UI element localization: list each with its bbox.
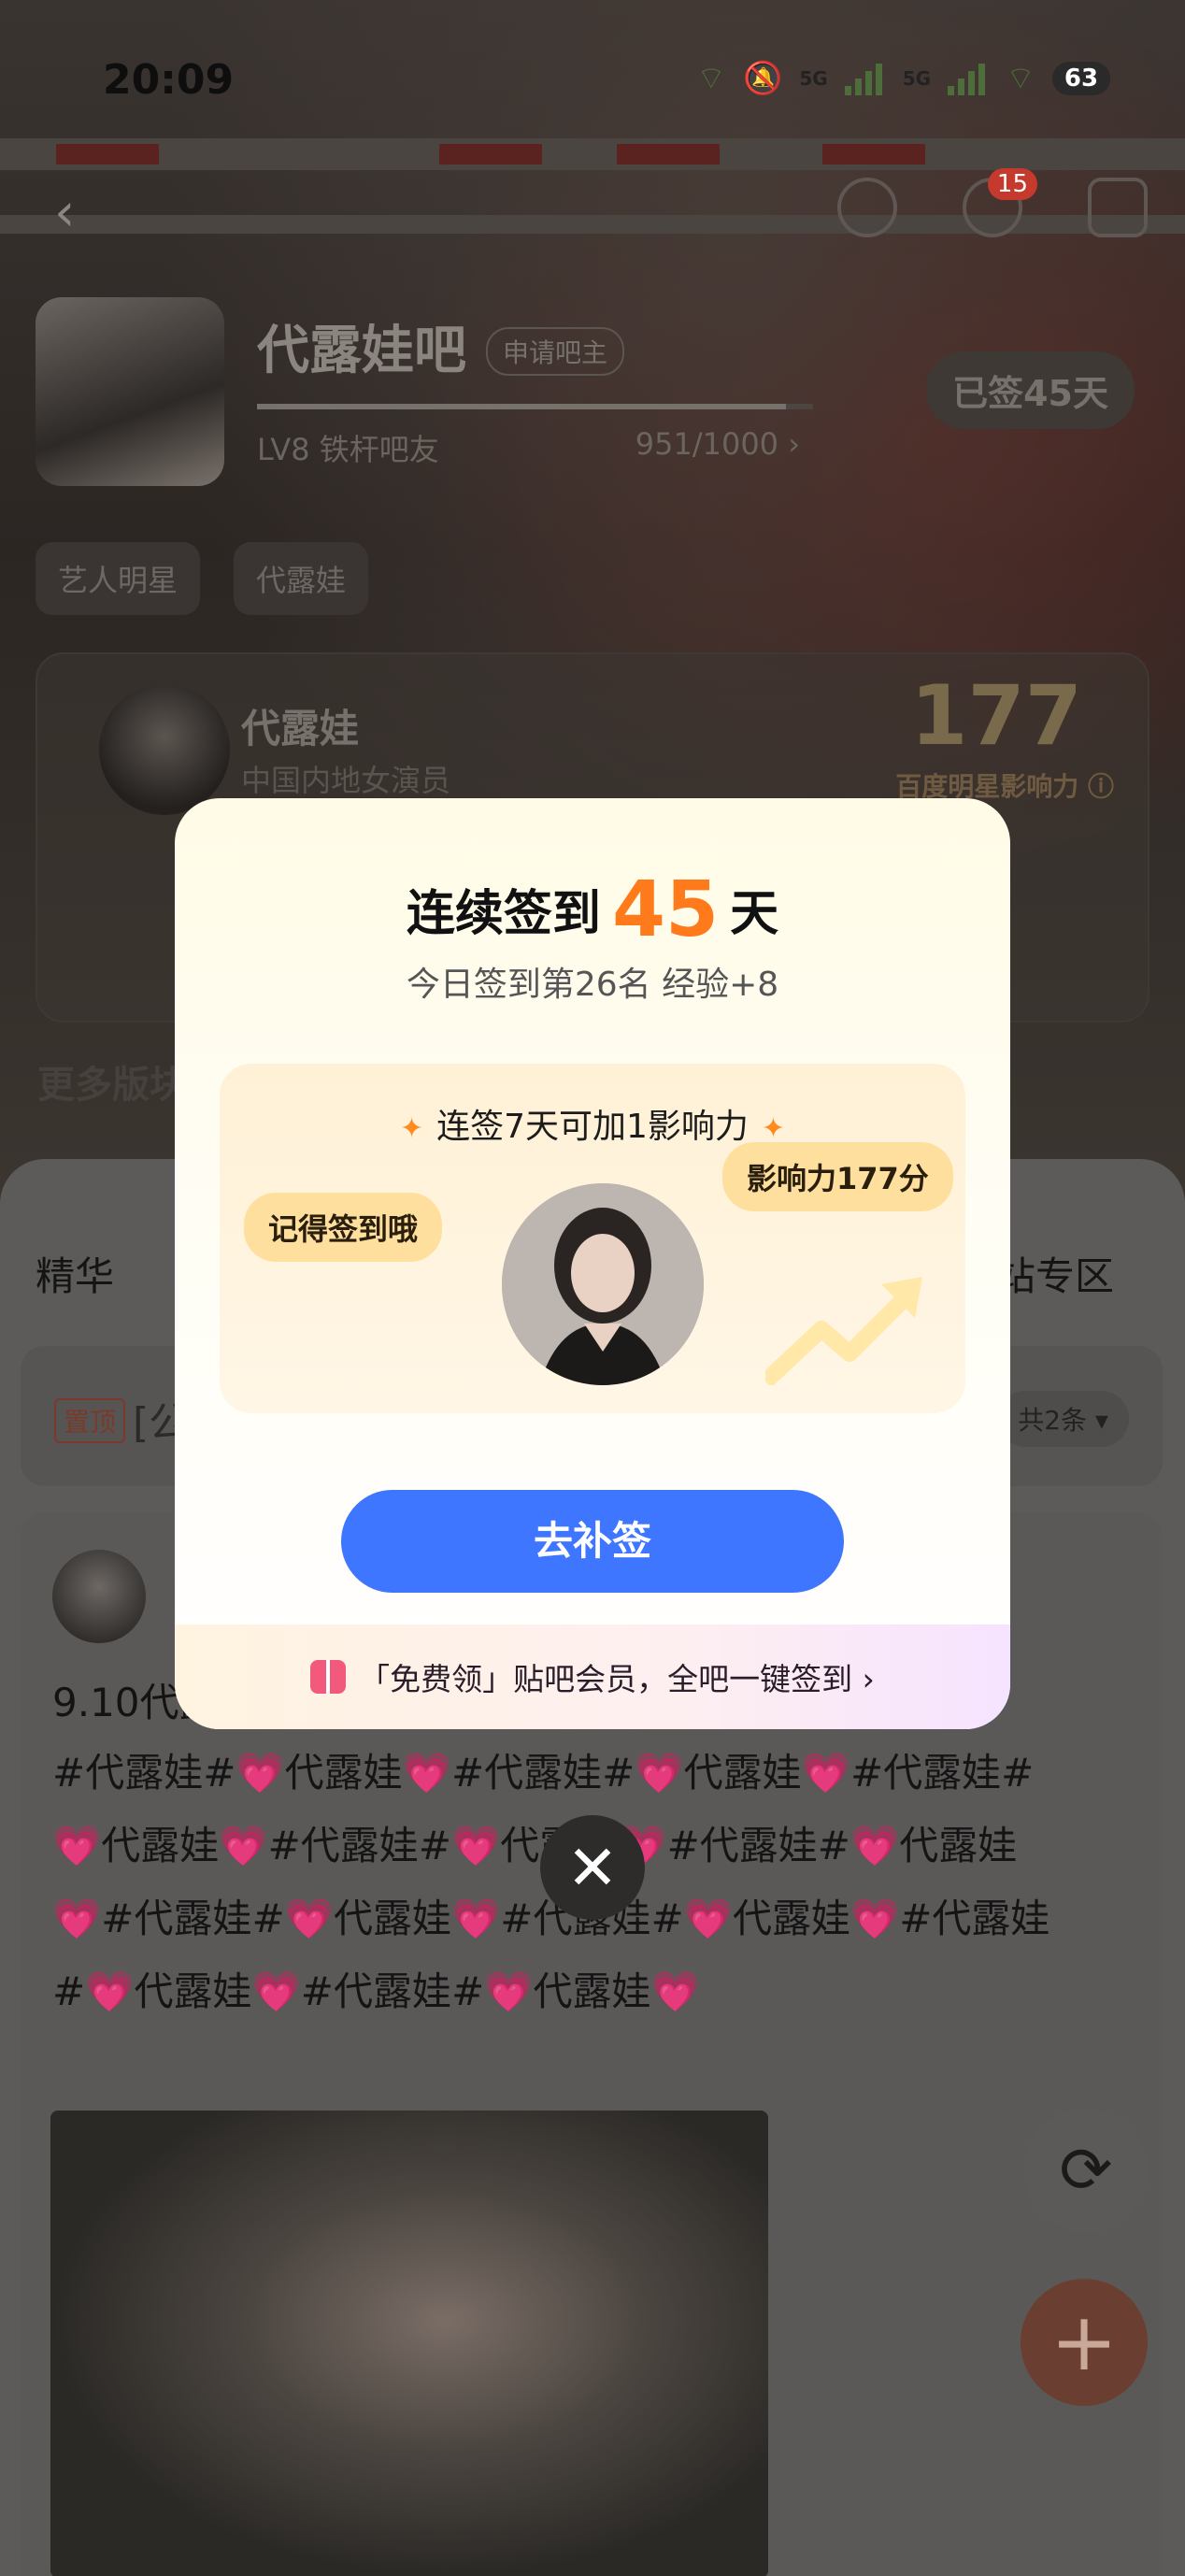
forum-title: 代露娃吧 bbox=[257, 321, 466, 381]
exp-value[interactable]: 951/1000 › bbox=[635, 426, 800, 462]
exp-progress-fill bbox=[257, 404, 786, 409]
forum-avatar[interactable] bbox=[36, 297, 224, 486]
make-up-sign-in-button[interactable]: 去补签 bbox=[341, 1490, 844, 1593]
sign-in-dialog: 连续签到 45 天 今日签到第26名 经验+8 ✦ 连签7天可加1影响力 ✦ 记得签到哦… bbox=[175, 798, 1010, 1729]
streak-days: 45 bbox=[611, 866, 720, 954]
vip-promo-text: 「免费领」贴吧会员，全吧一键签到 › bbox=[359, 1661, 875, 1697]
battery-indicator: 63 bbox=[1052, 61, 1110, 95]
apply-moderator-tag[interactable]: 申请吧主 bbox=[486, 327, 625, 376]
message-badge: 15 bbox=[987, 168, 1037, 200]
close-icon[interactable]: ✕ bbox=[540, 1815, 645, 1920]
edit-icon[interactable] bbox=[1088, 178, 1148, 237]
banner-stripe bbox=[0, 138, 1185, 170]
dialog-title-prefix: 连续签到 bbox=[406, 886, 601, 942]
star-avatar bbox=[502, 1183, 704, 1385]
chevron-left-icon[interactable]: ‹ bbox=[54, 187, 84, 239]
net-label: 5G bbox=[799, 66, 828, 90]
refresh-icon[interactable]: ⟳ bbox=[1024, 2109, 1148, 2232]
dialog-title-suffix: 天 bbox=[730, 886, 779, 942]
forum-tag[interactable]: 艺人明星 bbox=[36, 542, 201, 615]
reminder-bubble: 记得签到哦 bbox=[244, 1193, 443, 1262]
signed-days-button[interactable]: 已签45天 bbox=[926, 351, 1135, 429]
status-bar: 20:09 ⌔ 🔕 5G 5G ⌔ 63 bbox=[0, 0, 1185, 140]
plus-icon[interactable]: + bbox=[1021, 2279, 1148, 2406]
pinned-count-dropdown[interactable]: 共2条 ▾ bbox=[997, 1391, 1129, 1447]
search-icon[interactable] bbox=[837, 178, 897, 237]
dialog-subtitle: 今日签到第26名 经验+8 bbox=[406, 966, 779, 1004]
star-description: 中国内地女演员 bbox=[241, 763, 451, 798]
tab-featured[interactable]: 精华 bbox=[36, 1245, 114, 1302]
exp-progress-bar bbox=[257, 404, 813, 409]
user-level: LV8 铁杆吧友 bbox=[257, 432, 439, 467]
sparkle-icon: ✦ bbox=[399, 1112, 424, 1145]
reward-heading-text: 连签7天可加1影响力 bbox=[436, 1108, 749, 1146]
message-icon[interactable]: 15 bbox=[963, 168, 1037, 237]
forum-tag[interactable]: 代露娃 bbox=[234, 542, 369, 615]
influence-score: 177 bbox=[910, 667, 1082, 764]
influence-bubble: 影响力177分 bbox=[722, 1142, 953, 1211]
wifi-icon: ⌔ bbox=[1006, 60, 1035, 97]
status-icons: ⌔ 🔕 5G 5G ⌔ 63 bbox=[696, 58, 1110, 98]
pinned-badge: 置顶 bbox=[54, 1398, 126, 1443]
trend-up-icon bbox=[765, 1277, 922, 1385]
sparkle-icon: ✦ bbox=[761, 1112, 786, 1145]
wifi-icon: ⌔ bbox=[696, 60, 726, 97]
more-sections-link[interactable]: 更多版块 bbox=[37, 1054, 187, 1109]
star-avatar bbox=[99, 684, 230, 815]
status-time: 20:09 bbox=[103, 56, 235, 104]
avatar[interactable] bbox=[52, 1550, 146, 1643]
dialog-title: 连续签到 45 天 bbox=[175, 866, 1010, 954]
tab-site-zone[interactable]: 站专区 bbox=[996, 1245, 1114, 1302]
gift-icon bbox=[310, 1660, 347, 1694]
mute-icon: 🔕 bbox=[743, 59, 783, 97]
net-label: 5G bbox=[902, 66, 932, 90]
post-line: #💗代露娃💗#代露娃#💗代露娃💗 bbox=[52, 1968, 700, 2014]
reward-heading: ✦ 连签7天可加1影响力 ✦ bbox=[220, 1099, 965, 1148]
reward-box: ✦ 连签7天可加1影响力 ✦ 记得签到哦 影响力177分 bbox=[220, 1064, 965, 1413]
post-image[interactable] bbox=[50, 2111, 768, 2576]
header-actions: 15 bbox=[837, 168, 1148, 237]
post-line: #代露娃#💗代露娃💗#代露娃#💗代露娃💗#代露娃# bbox=[52, 1750, 1035, 1796]
signal-icon bbox=[948, 62, 989, 95]
star-name: 代露娃 bbox=[241, 706, 360, 751]
vip-promo-link[interactable]: 「免费领」贴吧会员，全吧一键签到 › bbox=[175, 1624, 1010, 1729]
signal-icon bbox=[844, 62, 886, 95]
